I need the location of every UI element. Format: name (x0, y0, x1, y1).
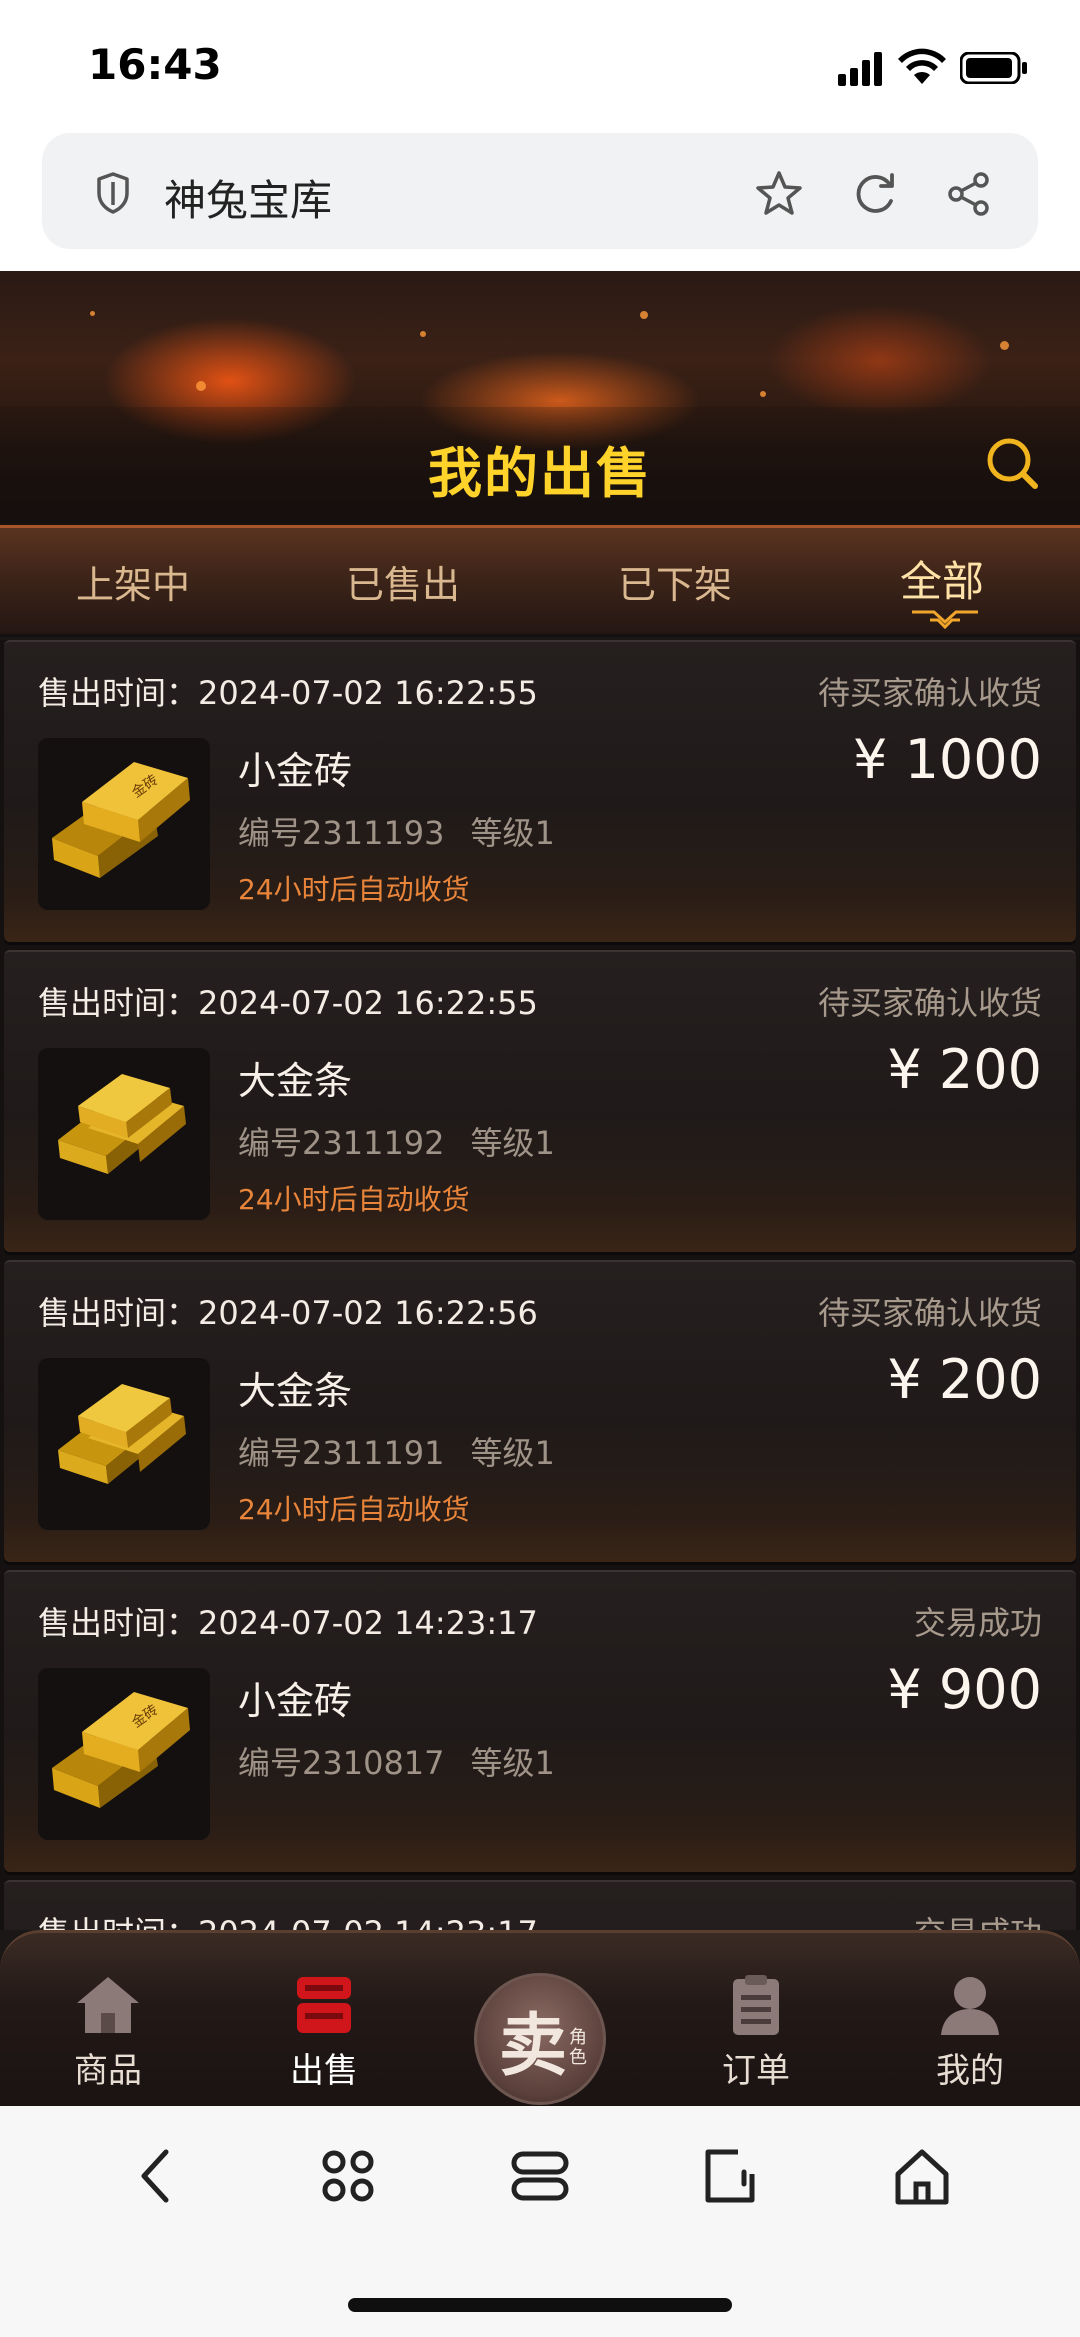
nav-label: 我的 (936, 2051, 1004, 2091)
gold-bars-icon (58, 1384, 186, 1484)
sold-time: 售出时间：2024-07-02 14:23:17 (38, 1908, 538, 1930)
tab-delisted[interactable]: 已下架 (618, 554, 732, 609)
order-card[interactable]: 售出时间：2024-07-02 16:22:56 待买家确认收货 大金条 编号2… (4, 1260, 1076, 1562)
item-price: ¥ 200 (887, 1038, 1042, 1101)
sell-box-icon (297, 1977, 351, 2033)
tab-all[interactable]: 全部 (900, 548, 984, 609)
item-thumbnail-gold-bars (38, 1358, 210, 1530)
item-meta: 编号2310817 等级1 (238, 1738, 555, 1784)
home-indicator[interactable] (348, 2298, 732, 2312)
order-card[interactable]: 售出时间：2024-07-02 16:22:55 待买家确认收货 大金条 编号2… (4, 950, 1076, 1252)
nav-item-mine[interactable]: 我的 (900, 1973, 1040, 2092)
nav-item-orders[interactable]: 订单 (686, 1973, 826, 2092)
order-status: 交易成功 (914, 1908, 1042, 1930)
item-meta: 编号2311191 等级1 (238, 1428, 555, 1474)
apps-icon[interactable] (316, 2144, 380, 2208)
nav-label: 商品 (74, 2051, 142, 2091)
item-name: 小金砖 (238, 749, 353, 793)
item-code: 编号2310817 (238, 1744, 445, 1782)
ember-decoration (760, 391, 766, 397)
gold-brick-icon: 金砖 (52, 762, 190, 878)
page-title-text: 神兔宝库 (164, 176, 333, 225)
order-card[interactable]: 售出时间：2024-07-02 14:23:17 交易成功 金砖 小金砖 编号2… (4, 1570, 1076, 1872)
search-icon[interactable] (984, 435, 1040, 491)
clipboard-icon (733, 1975, 779, 2035)
open-external-icon[interactable] (698, 2144, 762, 2208)
item-code: 编号2311192 (238, 1124, 445, 1162)
game-header-banner: 我的出售 (0, 271, 1080, 525)
gold-bars-icon (58, 1074, 186, 1174)
sold-time: 售出时间：2024-07-02 16:22:55 (38, 984, 538, 1022)
ember-decoration (420, 331, 426, 337)
sell-button-main: 卖 (499, 2007, 568, 2086)
sold-time: 售出时间：2024-07-02 16:22:55 (38, 674, 538, 712)
order-card[interactable]: 售出时间：2024-07-02 16:22:55 待买家确认收货 金砖 小金砖 … (4, 640, 1076, 942)
address-bar[interactable]: 神兔宝库 (42, 133, 1038, 249)
item-name: 小金砖 (238, 1679, 353, 1723)
battery-icon (960, 52, 1027, 84)
item-thumbnail-gold-bars (38, 1048, 210, 1220)
auto-receive-note: 24小时后自动收货 (238, 873, 470, 906)
ember-decoration (196, 381, 206, 391)
ember-decoration (90, 311, 95, 316)
tabs-icon[interactable] (508, 2144, 572, 2208)
tab-sold[interactable]: 已售出 (346, 554, 460, 609)
item-name: 大金条 (238, 1059, 353, 1103)
tab-on-sale[interactable]: 上架中 (76, 554, 190, 609)
item-thumbnail-gold-brick: 金砖 (38, 738, 210, 910)
item-price: ¥ 200 (887, 1348, 1042, 1411)
nav-item-sell[interactable]: 出售 (254, 1973, 394, 2092)
item-price: ¥ 1000 (853, 728, 1042, 791)
active-tab-indicator (912, 610, 978, 630)
item-level: 等级1 (470, 814, 555, 852)
back-icon[interactable] (126, 2144, 190, 2208)
home-icon (77, 1977, 139, 2033)
item-code: 编号2311191 (238, 1434, 445, 1472)
cellular-signal-icon (838, 52, 882, 86)
nav-label: 出售 (290, 2051, 358, 2091)
home-page-icon[interactable] (890, 2144, 954, 2208)
auto-receive-note: 24小时后自动收货 (238, 1493, 470, 1526)
auto-receive-note: 24小时后自动收货 (238, 1183, 470, 1216)
item-level: 等级1 (470, 1744, 555, 1782)
order-status: 交易成功 (913, 1604, 1042, 1642)
nav-item-goods[interactable]: 商品 (38, 1973, 178, 2092)
status-tabs: 上架中 已售出 已下架 全部 (0, 525, 1080, 637)
gold-brick-icon: 金砖 (52, 1692, 190, 1808)
share-icon[interactable] (944, 169, 994, 219)
user-icon (941, 1977, 999, 2035)
order-list: 售出时间：2024-07-02 16:22:55 待买家确认收货 金砖 小金砖 … (0, 640, 1080, 1930)
browser-address-area: 神兔宝库 (0, 125, 1080, 271)
nav-label: 订单 (722, 2051, 790, 2091)
item-price: ¥ 900 (887, 1658, 1042, 1721)
item-thumbnail-gold-brick: 金砖 (38, 1668, 210, 1840)
star-icon[interactable] (754, 169, 804, 219)
order-status: 待买家确认收货 (817, 674, 1042, 712)
page-title: 我的出售 (428, 442, 652, 505)
status-bar: 16:43 (0, 0, 1080, 125)
item-name: 大金条 (238, 1369, 353, 1413)
ember-decoration (640, 311, 648, 319)
status-time: 16:43 (88, 40, 222, 89)
order-card[interactable]: 售出时间：2024-07-02 14:23:17 交易成功 (4, 1880, 1076, 1930)
item-meta: 编号2311193 等级1 (238, 808, 555, 854)
order-status: 待买家确认收货 (817, 1294, 1042, 1332)
game-bottom-nav: 商品 出售 卖 角色 订单 我的 (0, 1930, 1080, 2106)
item-code: 编号2311193 (238, 814, 445, 852)
wifi-icon (898, 48, 946, 84)
item-meta: 编号2311192 等级1 (238, 1118, 555, 1164)
order-status: 待买家确认收货 (817, 984, 1042, 1022)
ember-decoration (1000, 341, 1009, 350)
item-level: 等级1 (470, 1124, 555, 1162)
sold-time: 售出时间：2024-07-02 14:23:17 (38, 1604, 538, 1642)
shield-icon (97, 172, 129, 214)
reload-icon[interactable] (850, 169, 900, 219)
sold-time: 售出时间：2024-07-02 16:22:56 (38, 1294, 538, 1332)
sell-button-sub: 角色 (569, 2027, 587, 2068)
item-level: 等级1 (470, 1434, 555, 1472)
sell-role-button[interactable]: 卖 角色 (474, 1973, 606, 2105)
